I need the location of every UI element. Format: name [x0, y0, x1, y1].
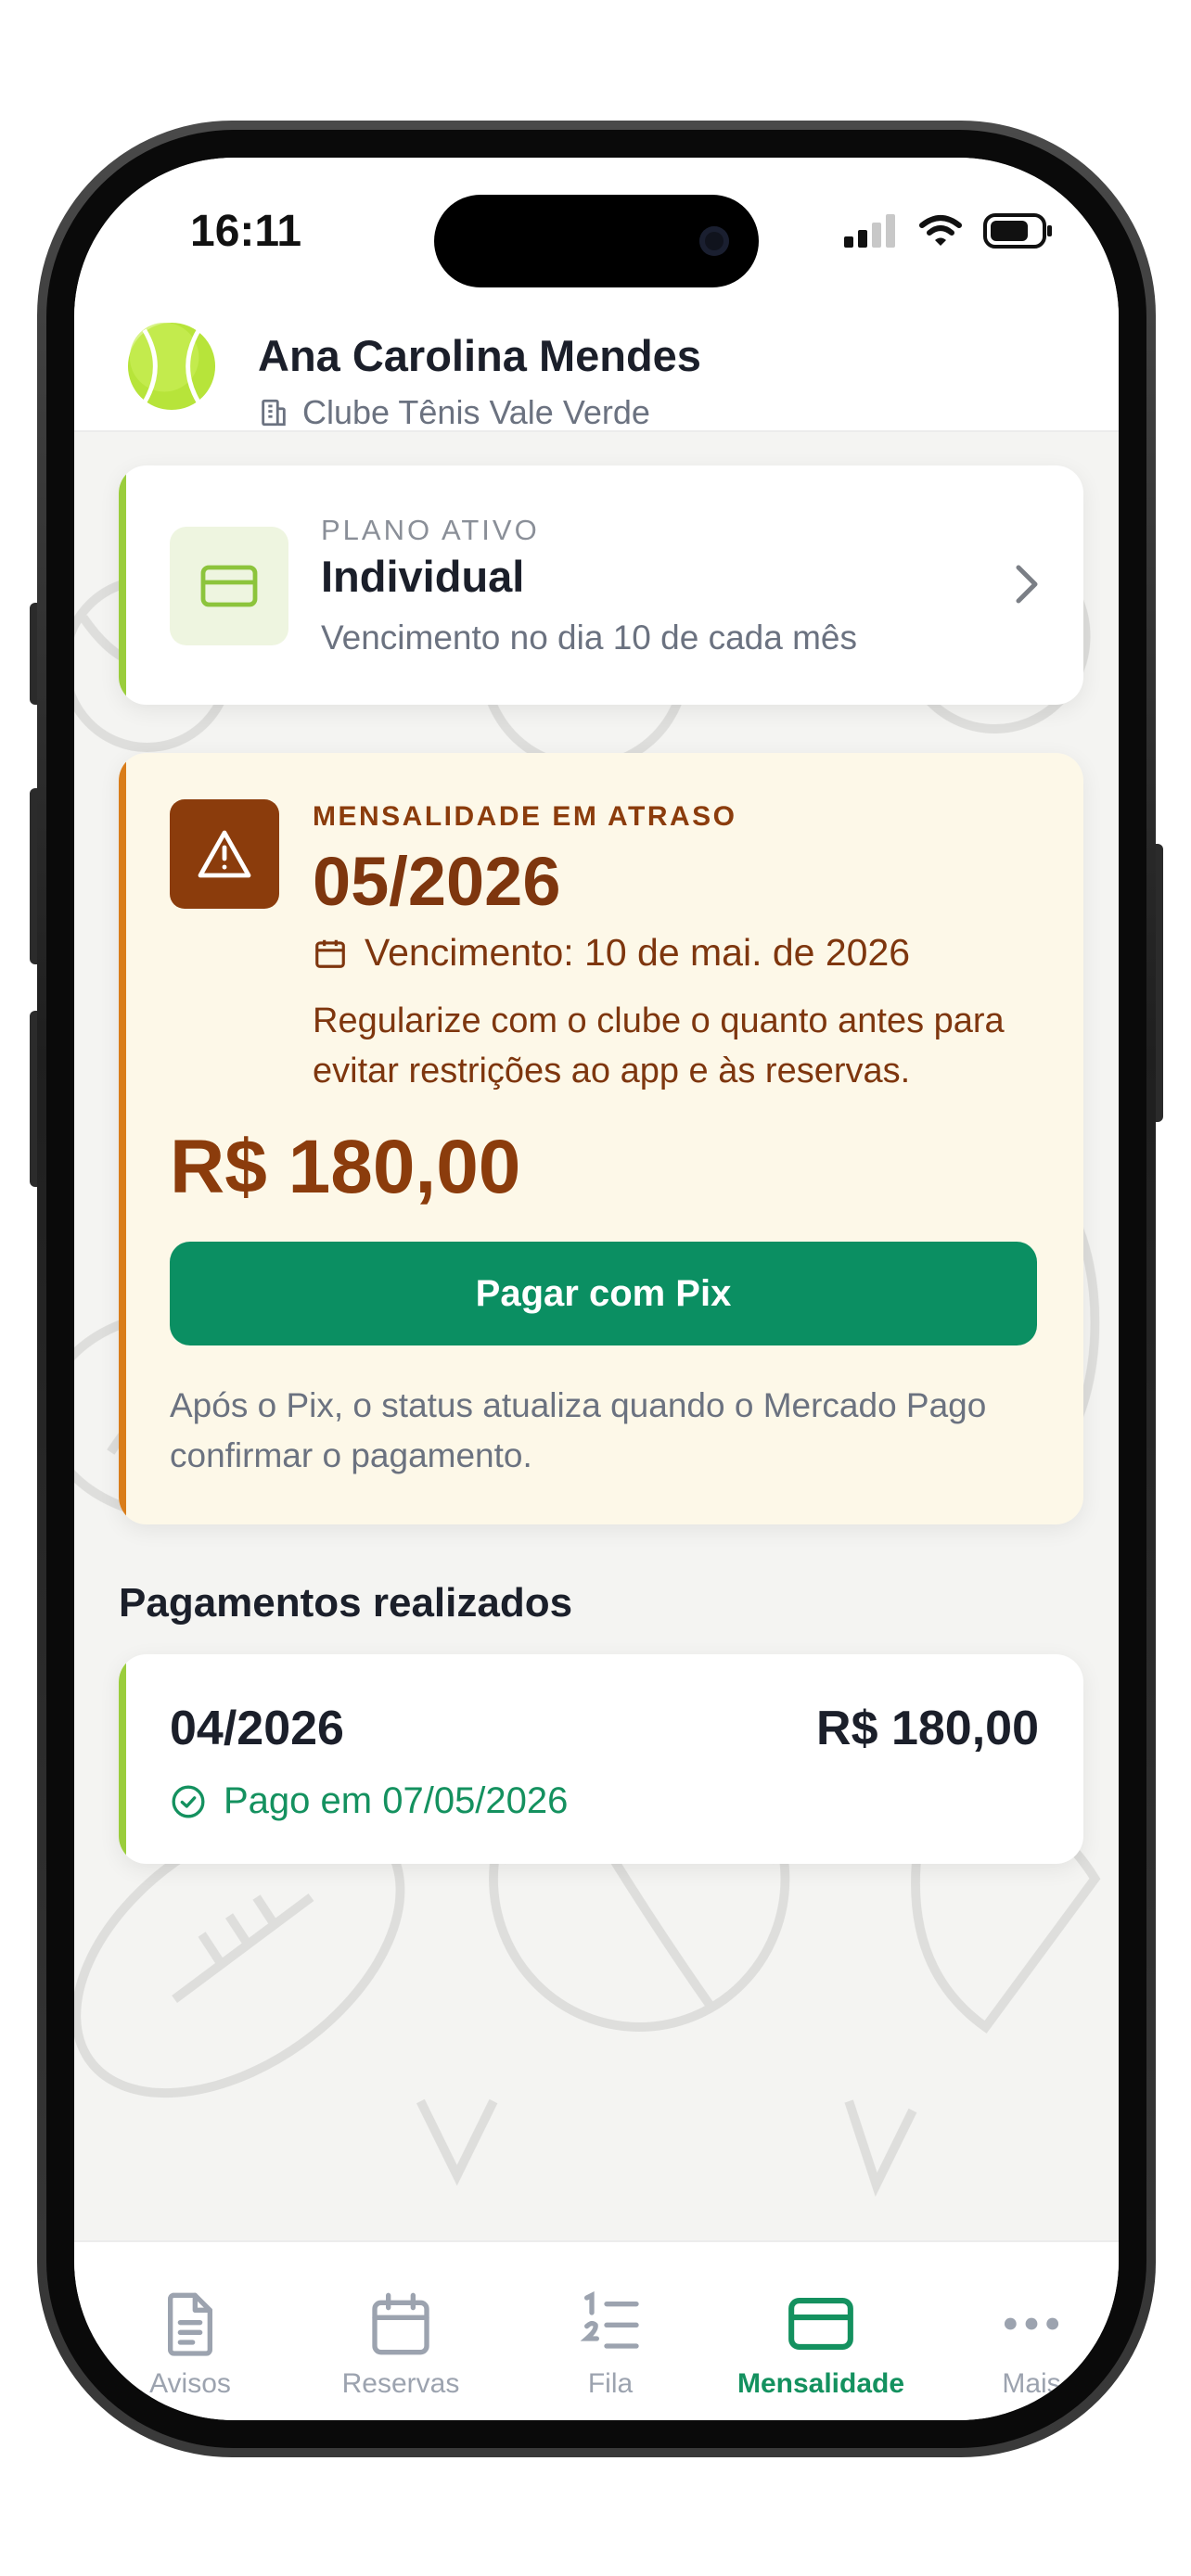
- device-mockup: 16:11 Ana Carolina Mendes Clube Tênis Va…: [0, 0, 1191, 2576]
- pay-with-pix-button[interactable]: Pagar com Pix: [170, 1242, 1037, 1345]
- tab-avisos[interactable]: Avisos: [97, 2290, 283, 2400]
- building-icon: [262, 399, 286, 427]
- more-icon: [1004, 2317, 1059, 2330]
- front-camera-icon: [699, 226, 729, 256]
- overdue-due-row: Vencimento: 10 de mai. de 2026: [313, 931, 910, 975]
- tab-reservas[interactable]: Reservas: [308, 2290, 493, 2400]
- tab-mais[interactable]: Mais: [939, 2290, 1119, 2400]
- app-screen: 16:11 Ana Carolina Mendes Clube Tênis Va…: [74, 158, 1119, 2420]
- plan-kicker: PLANO ATIVO: [321, 514, 540, 546]
- payment-period: 04/2026: [170, 1702, 344, 1755]
- club-name: Clube Tênis Vale Verde: [302, 393, 650, 431]
- overdue-due-date: Vencimento: 10 de mai. de 2026: [365, 931, 911, 974]
- overdue-accent-bar: [119, 753, 126, 1524]
- tennis-ball-icon[interactable]: [126, 321, 217, 412]
- app-header: Ana Carolina Mendes Clube Tênis Vale Ver…: [74, 297, 1119, 432]
- battery-icon: [983, 213, 1052, 249]
- overdue-kicker: MENSALIDADE EM ATRASO: [313, 801, 737, 832]
- check-circle-icon: [172, 1785, 205, 1817]
- tab-fila[interactable]: Fila: [518, 2290, 703, 2400]
- overdue-period: 05/2026: [313, 843, 561, 920]
- tab-label: Mais: [1002, 2368, 1061, 2399]
- payment-status-row: Pago em 07/05/2026: [170, 1780, 568, 1822]
- warning-icon-box: [170, 799, 279, 909]
- tab-label: Reservas: [341, 2368, 460, 2399]
- pix-status-note: Após o Pix, o status atualiza quando o M…: [170, 1386, 987, 1474]
- calendar-icon: [372, 2292, 429, 2355]
- plan-icon-box: [170, 527, 288, 645]
- phone-frame: 16:11 Ana Carolina Mendes Clube Tênis Va…: [37, 121, 1156, 2457]
- phone-bezel: 16:11 Ana Carolina Mendes Clube Tênis Va…: [46, 130, 1146, 2448]
- payments-section-title: Pagamentos realizados: [119, 1580, 573, 1626]
- status-bar: 16:11: [74, 158, 1119, 297]
- payment-amount: R$ 180,00: [816, 1702, 1039, 1755]
- status-time: 16:11: [190, 207, 302, 256]
- overdue-fee-card: MENSALIDADE EM ATRASO 05/2026 Vencimento…: [119, 753, 1083, 1524]
- chevron-right-icon[interactable]: [1013, 562, 1041, 606]
- tab-label: Mensalidade: [736, 2368, 905, 2399]
- tab-label: Fila: [587, 2368, 634, 2399]
- user-name: Ana Carolina Mendes: [258, 331, 701, 380]
- overdue-message: Regularize com o clube o quanto antes pa…: [313, 1001, 1005, 1090]
- tab-label: Avisos: [149, 2368, 231, 2399]
- wifi-icon: [919, 215, 962, 246]
- tab-mensalidade[interactable]: Mensalidade: [728, 2290, 914, 2400]
- credit-card-icon: [200, 565, 258, 607]
- payment-item[interactable]: 04/2026 R$ 180,00 Pago em 07/05/2026: [119, 1654, 1083, 1864]
- plan-due-text: Vencimento no dia 10 de cada mês: [321, 618, 857, 657]
- dynamic-island: [434, 195, 759, 287]
- active-plan-card[interactable]: PLANO ATIVO Individual Vencimento no dia…: [119, 465, 1083, 705]
- plan-name: Individual: [321, 552, 525, 601]
- payment-accent-bar: [119, 1654, 126, 1864]
- payment-status: Pago em 07/05/2026: [224, 1780, 569, 1821]
- main-content[interactable]: PLANO ATIVO Individual Vencimento no dia…: [74, 432, 1119, 2240]
- calendar-icon: [315, 939, 345, 968]
- status-icons: [844, 213, 1054, 249]
- plan-accent-bar: [119, 465, 126, 705]
- warning-icon: [198, 830, 251, 878]
- cellular-signal-icon: [844, 214, 895, 248]
- numbered-list-icon: [580, 2291, 639, 2349]
- overdue-amount: R$ 180,00: [170, 1125, 521, 1209]
- club-row: Clube Tênis Vale Verde: [258, 393, 650, 432]
- credit-card-icon: [788, 2298, 853, 2350]
- document-icon: [168, 2292, 212, 2356]
- bottom-tab-bar: Avisos Reservas Fila Mensalidade Mais: [74, 2240, 1119, 2420]
